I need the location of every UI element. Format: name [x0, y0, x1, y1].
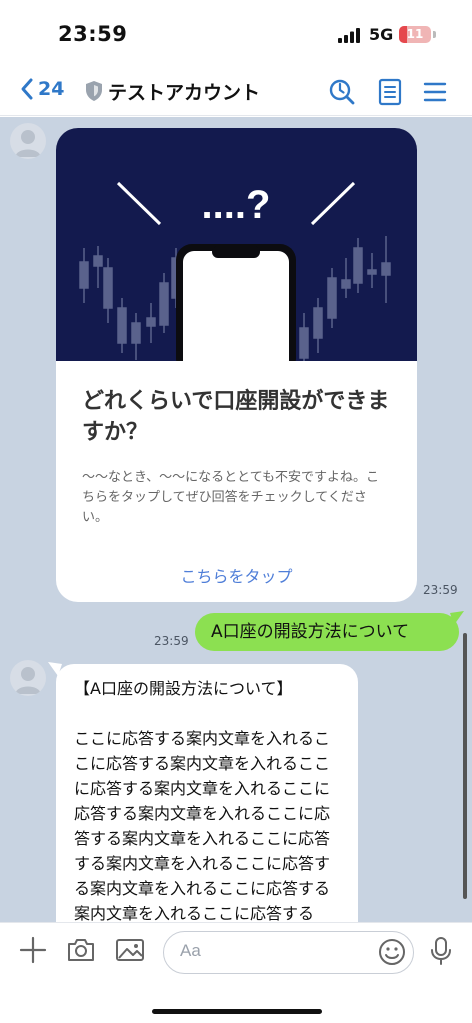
- search-icon[interactable]: [328, 78, 356, 106]
- chat-header: 24 テストアカウント: [0, 68, 472, 116]
- microphone-icon[interactable]: [429, 936, 453, 966]
- chat-area[interactable]: ....? どれくらいで口座開設ができますか？ 〜〜なとき、〜〜になるととても不…: [0, 117, 472, 922]
- faq-card[interactable]: ....? どれくらいで口座開設ができますか？ 〜〜なとき、〜〜になるととても不…: [56, 128, 417, 602]
- back-button[interactable]: 24: [20, 77, 64, 101]
- unread-count: 24: [38, 78, 65, 100]
- menu-icon[interactable]: [422, 78, 448, 106]
- plus-icon[interactable]: [19, 936, 47, 964]
- notes-icon[interactable]: [377, 78, 403, 106]
- message-input[interactable]: [180, 941, 370, 961]
- chevron-left-icon: [21, 78, 33, 100]
- message-input-bar: [0, 922, 472, 1023]
- shield-icon: [86, 81, 102, 101]
- image-icon[interactable]: [115, 936, 145, 964]
- status-bar: 23:59 5G 11: [0, 0, 472, 68]
- emoji-icon[interactable]: [376, 936, 408, 968]
- network-type: 5G: [369, 25, 394, 44]
- incoming-message[interactable]: 【A口座の開設方法について】 ここに応答する案内文章を入れるここに応答する案内文…: [56, 664, 358, 922]
- battery-level: 11: [406, 27, 424, 41]
- battery-tip: [433, 31, 436, 38]
- status-time: 23:59: [58, 22, 128, 46]
- camera-icon[interactable]: [66, 936, 96, 964]
- outgoing-message[interactable]: A口座の開設方法について: [195, 613, 459, 651]
- home-indicator: [152, 1009, 322, 1014]
- card-description: 〜〜なとき、〜〜になるととても不安ですよね。こちらをタップしてぜひ回答をチェック…: [82, 470, 380, 525]
- bubble-tail: [450, 611, 464, 625]
- card-action-link[interactable]: こちらをタップ: [56, 563, 417, 587]
- sender-avatar[interactable]: [10, 123, 46, 159]
- card-title: どれくらいで口座開設ができますか？: [82, 389, 390, 445]
- message-timestamp: 23:59: [154, 634, 189, 648]
- message-field[interactable]: [163, 931, 414, 974]
- card-hero-image: ....?: [56, 128, 417, 361]
- cellular-signal-icon: [338, 28, 360, 43]
- message-timestamp: 23:59: [423, 583, 458, 597]
- avatar-silhouette-icon: [15, 130, 41, 157]
- chat-title: テストアカウント: [108, 82, 261, 104]
- battery-icon: 11: [399, 26, 431, 43]
- scrollbar[interactable]: [463, 633, 467, 899]
- sender-avatar[interactable]: [10, 660, 46, 696]
- hero-text: ....?: [202, 183, 271, 227]
- avatar-silhouette-icon: [15, 667, 41, 694]
